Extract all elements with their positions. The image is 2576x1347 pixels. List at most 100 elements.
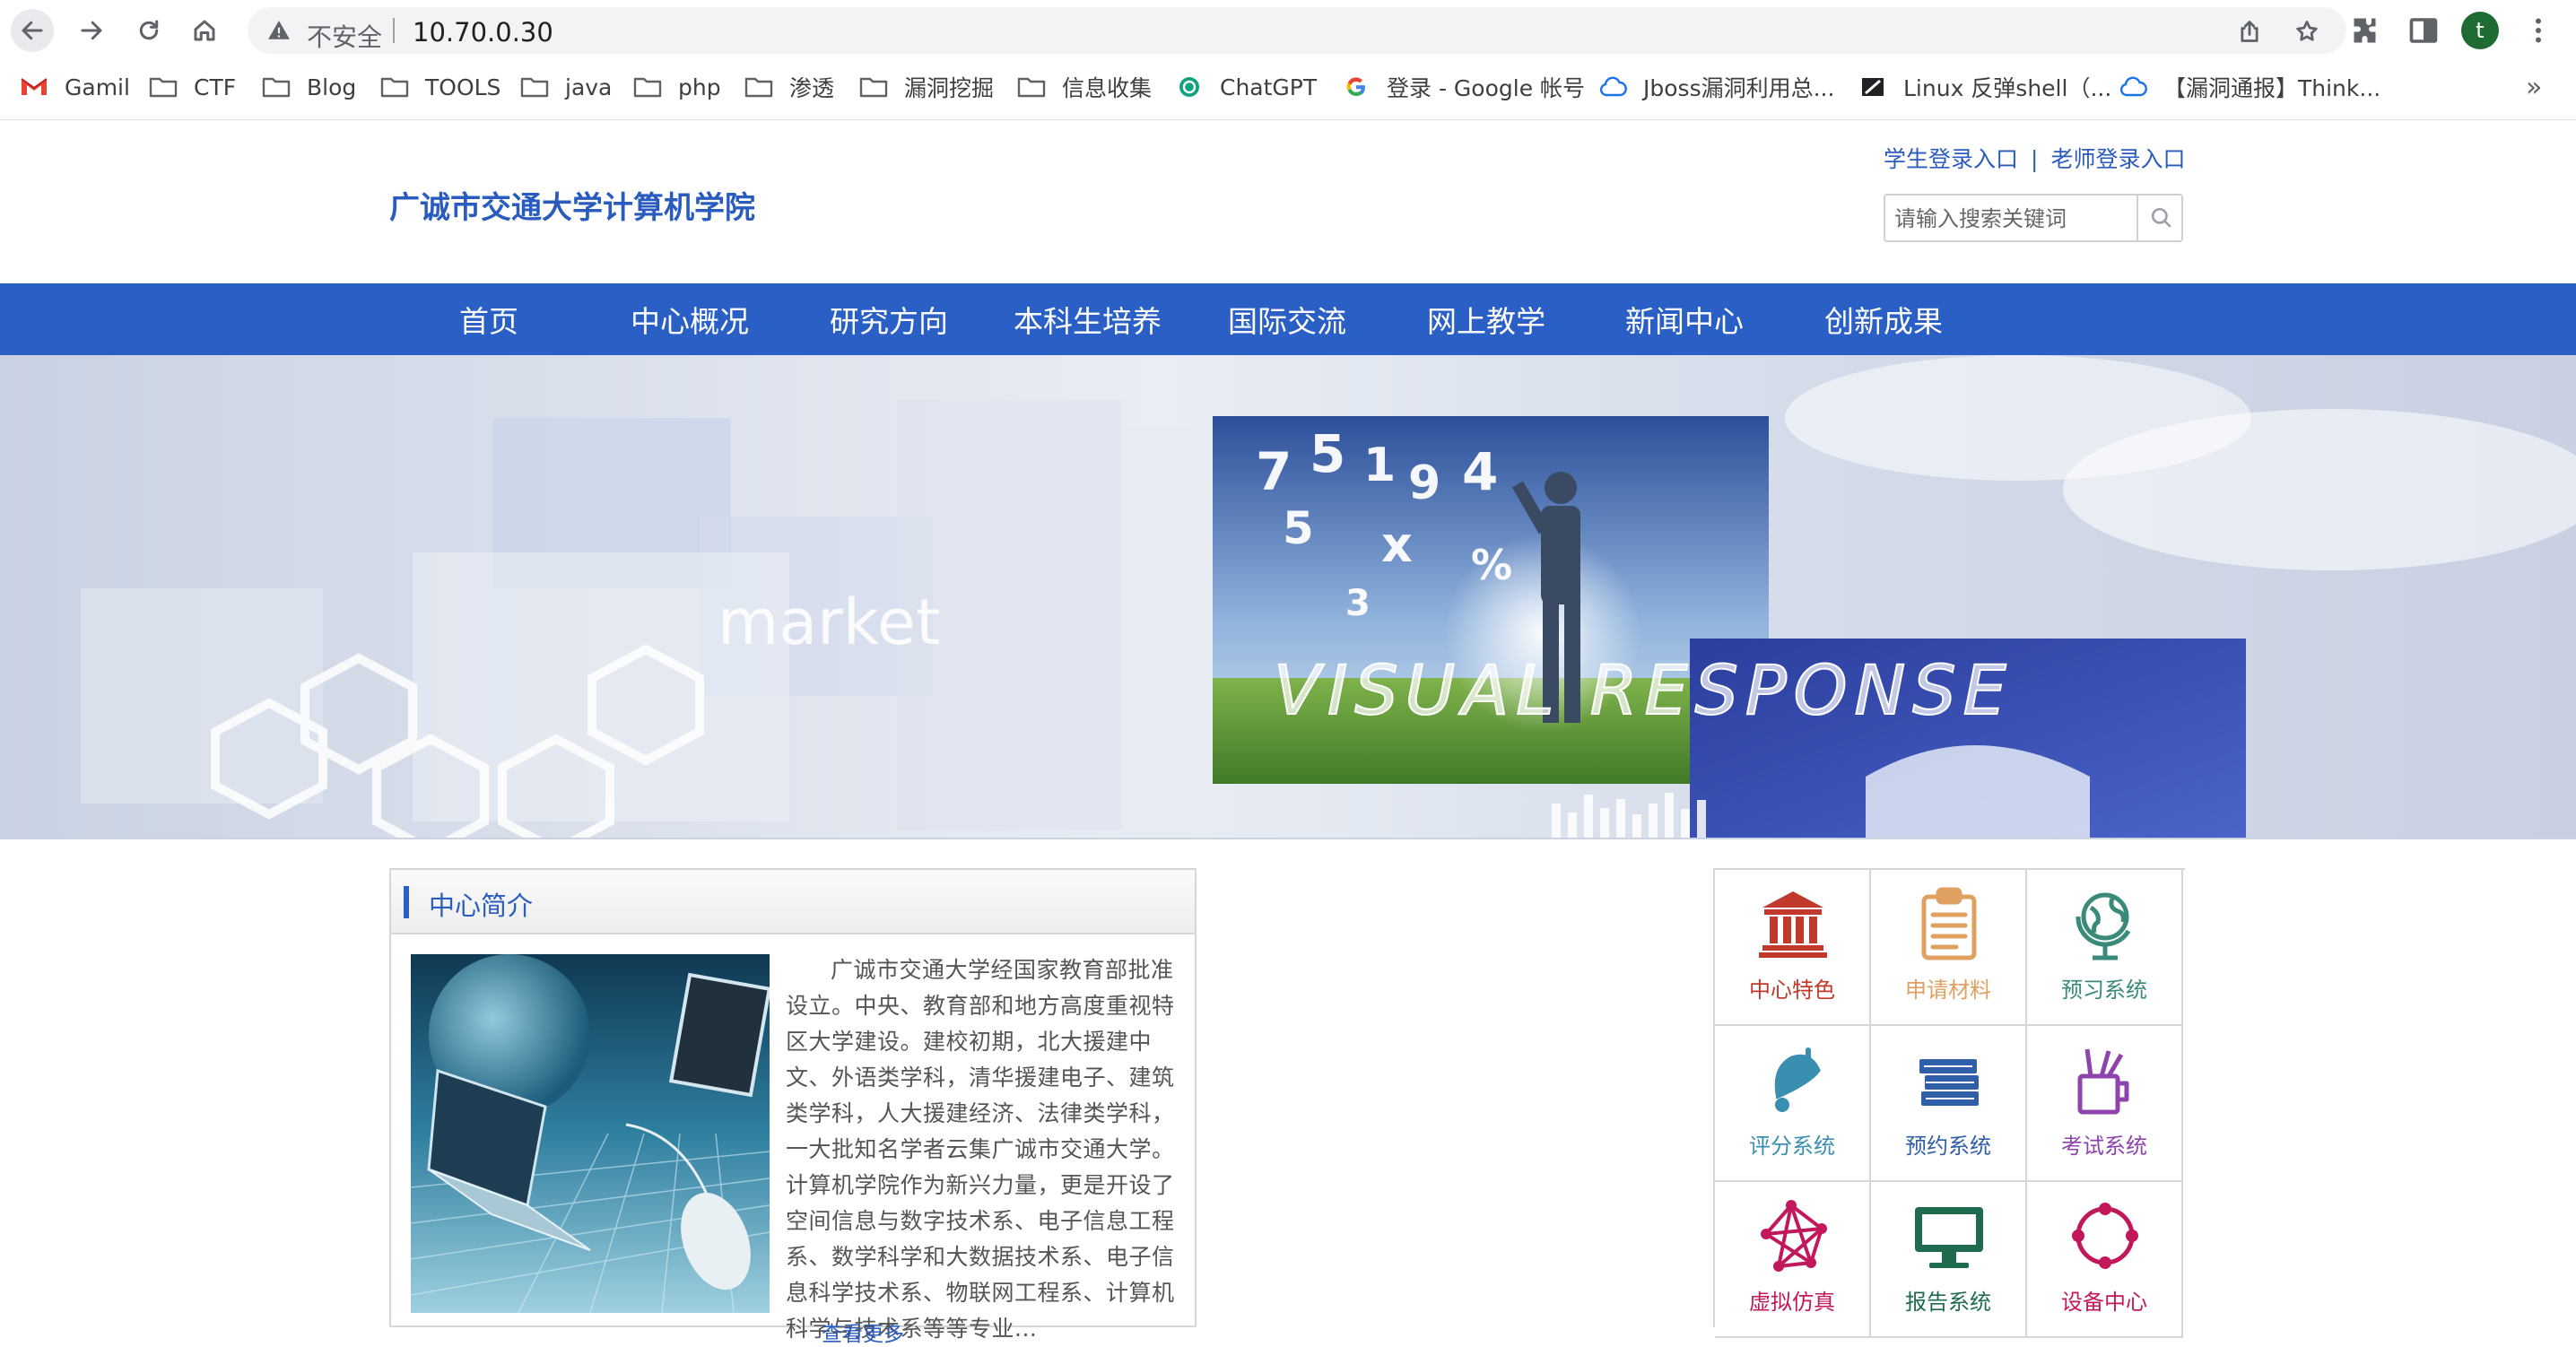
nav-item-news[interactable]: 新闻中心 — [1625, 298, 1744, 341]
star-icon[interactable] — [2294, 19, 2319, 44]
nav-item-overview[interactable]: 中心概况 — [631, 298, 749, 341]
folder-icon — [380, 75, 409, 99]
intro-body: 广诚市交通大学经国家教育部批准设立。中央、教育部和地方高度重视特区大学建设。建校… — [786, 957, 1175, 1342]
bookmark-item[interactable]: 登录 - Google 帐号 — [1342, 70, 1585, 104]
banner-text-visual-response: VISUAL RESPONSE — [1274, 650, 2014, 730]
nav-item-research[interactable]: 研究方向 — [830, 298, 948, 341]
cloud-icon — [2119, 75, 2147, 99]
monitor-icon — [1911, 1198, 1987, 1273]
bookmark-item[interactable]: TOOLS — [380, 70, 500, 104]
read-more-link[interactable]: 查看更多 — [822, 1317, 904, 1347]
folder-icon — [633, 75, 662, 99]
main-nav: 首页 中心概况 研究方向 本科生培养 国际交流 网上教学 新闻中心 创新成果 — [0, 283, 2576, 355]
forward-button[interactable] — [70, 9, 113, 52]
service-label: 考试系统 — [2061, 1134, 2147, 1159]
bookmark-label: CTF — [194, 74, 237, 100]
bookmark-label: ChatGPT — [1220, 74, 1318, 100]
nav-item-online-teaching[interactable]: 网上教学 — [1427, 298, 1545, 341]
gmail-icon — [20, 75, 48, 99]
nav-item-undergraduate[interactable]: 本科生培养 — [1014, 298, 1162, 341]
service-label: 申请材料 — [1905, 978, 1991, 1003]
bookmark-item[interactable]: 【漏洞通报】Think... — [2119, 70, 2380, 104]
bookmark-item[interactable]: 信息收集 — [1017, 70, 1152, 104]
search-input[interactable] — [1894, 203, 2119, 235]
bookmark-item[interactable]: CTF — [149, 70, 236, 104]
svg-text:1: 1 — [1363, 439, 1396, 492]
bookmark-item[interactable]: 渗透 — [744, 70, 834, 104]
bookmark-label: 登录 - Google 帐号 — [1387, 75, 1586, 101]
share-icon[interactable] — [2237, 19, 2262, 44]
student-login-link[interactable]: 学生登录入口 — [1884, 146, 2018, 172]
service-center-features[interactable]: 中心特色 — [1715, 870, 1871, 1026]
bookmark-item[interactable]: Gamil — [20, 70, 130, 104]
warning-icon[interactable] — [267, 19, 291, 42]
security-label[interactable]: 不安全 — [307, 18, 382, 54]
service-equipment-center[interactable]: 设备中心 — [2027, 1182, 2183, 1338]
service-application-materials[interactable]: 申请材料 — [1871, 870, 2027, 1026]
service-label: 中心特色 — [1749, 978, 1835, 1003]
teacher-login-link[interactable]: 老师登录入口 — [2050, 146, 2185, 172]
arrow-right-icon — [81, 21, 102, 40]
laptop-globe-illustration — [411, 954, 770, 1313]
clipboard-icon — [1911, 886, 1987, 961]
bookmark-item[interactable]: php — [633, 70, 721, 104]
bookmarks-overflow-button[interactable]: » — [2526, 72, 2542, 103]
address-bar[interactable]: 不安全 10.70.0.30 — [248, 7, 2346, 54]
service-exam-system[interactable]: 考试系统 — [2027, 1026, 2183, 1182]
bookmark-item[interactable]: ChatGPT — [1175, 70, 1317, 104]
bookmark-label: Blog — [307, 74, 357, 100]
search-button[interactable] — [2137, 196, 2183, 240]
side-panel-icon[interactable] — [2407, 14, 2440, 47]
service-preview-system[interactable]: 预习系统 — [2027, 870, 2183, 1026]
svg-text:5: 5 — [1283, 502, 1314, 554]
service-booking-system[interactable]: 预约系统 — [1871, 1026, 2027, 1182]
network-icon — [1755, 1198, 1831, 1273]
bookmark-item[interactable]: Linux 反弹shell（... — [1858, 70, 2111, 104]
home-button[interactable] — [183, 9, 226, 52]
divider: | — [2031, 146, 2039, 172]
search-box — [1884, 194, 2183, 242]
nav-item-home[interactable]: 首页 — [459, 298, 518, 341]
profile-avatar[interactable]: t — [2461, 12, 2499, 49]
url-text[interactable]: 10.70.0.30 — [413, 17, 553, 48]
svg-text:7: 7 — [1256, 441, 1292, 502]
service-grading-system[interactable]: 评分系统 — [1715, 1026, 1871, 1182]
extensions-icon[interactable] — [2350, 14, 2382, 47]
cloud-icon — [1598, 75, 1627, 99]
bookmark-label: TOOLS — [425, 74, 501, 100]
bookmark-label: java — [565, 74, 613, 100]
services-grid: 中心特色 申请材料 预习系统 评分系统 预约系统 考试系统 虚拟仿真 报告系统 … — [1713, 868, 2185, 1338]
nav-item-achievements[interactable]: 创新成果 — [1824, 298, 1943, 341]
bookmark-item[interactable]: Jboss漏洞利用总... — [1598, 70, 1834, 104]
folder-icon — [859, 75, 888, 99]
bookmark-item[interactable]: Blog — [262, 70, 356, 104]
bookmark-item[interactable]: java — [520, 70, 612, 104]
bookmark-item[interactable]: 漏洞挖掘 — [859, 70, 994, 104]
site-icon — [1858, 75, 1887, 99]
service-report-system[interactable]: 报告系统 — [1871, 1182, 2027, 1338]
service-label: 预约系统 — [1905, 1134, 1991, 1159]
reload-button[interactable] — [127, 9, 170, 52]
login-links: 学生登录入口 | 老师登录入口 — [1884, 142, 2185, 174]
home-icon — [194, 20, 215, 41]
folder-icon — [744, 75, 773, 99]
site-header: 广诚市交通大学计算机学院 学生登录入口 | 老师登录入口 — [0, 120, 2576, 283]
service-label: 虚拟仿真 — [1749, 1290, 1835, 1315]
svg-text:4: 4 — [1462, 441, 1498, 502]
site-title[interactable]: 广诚市交通大学计算机学院 — [389, 183, 755, 227]
menu-dots-icon[interactable] — [2522, 14, 2554, 47]
intro-panel: 中心简介 广诚市交通大学经国家教育部批准设立。中央、教育部和地方高度重视特区大学… — [389, 868, 1197, 1346]
bookmark-label: 信息收集 — [1062, 75, 1153, 101]
service-virtual-simulation[interactable]: 虚拟仿真 — [1715, 1182, 1871, 1338]
back-button[interactable] — [11, 9, 54, 52]
reload-icon — [139, 20, 159, 40]
bookmark-label: Gamil — [65, 74, 130, 100]
svg-text:3: 3 — [1345, 583, 1371, 624]
browser-toolbar: 不安全 10.70.0.30 t — [0, 0, 2576, 61]
service-label: 预习系统 — [2061, 978, 2147, 1003]
arrow-left-icon — [22, 21, 43, 40]
circle-nodes-icon — [2067, 1198, 2143, 1273]
nav-item-international[interactable]: 国际交流 — [1228, 298, 1346, 341]
bookmark-label: Linux 反弹shell（... — [1903, 75, 2112, 101]
service-label: 报告系统 — [1905, 1290, 1991, 1315]
